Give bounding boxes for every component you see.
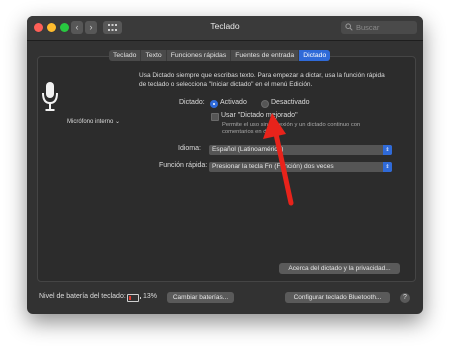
tab-teclado[interactable]: Teclado (109, 50, 142, 61)
tab-fuentes-de-entrada[interactable]: Fuentes de entrada (231, 50, 300, 61)
tab-texto[interactable]: Texto (141, 50, 167, 61)
tab-dictado[interactable]: Dictado (299, 50, 331, 61)
tab-funciones-rapidas[interactable]: Funciones rápidas (167, 50, 232, 61)
tab-bar: Teclado Texto Funciones rápidas Fuentes … (109, 50, 331, 61)
